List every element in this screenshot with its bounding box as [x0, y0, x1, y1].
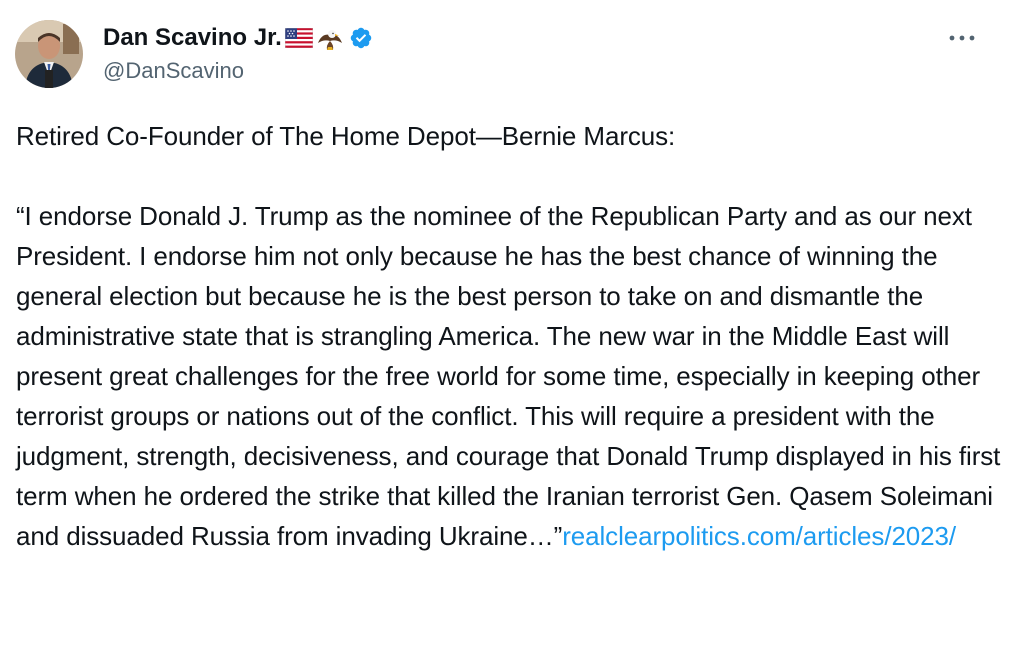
- more-horizontal-icon: [949, 35, 975, 41]
- avatar[interactable]: [15, 20, 83, 88]
- tweet-quote: “I endorse Donald J. Trump as the nomine…: [16, 201, 1001, 551]
- author-handle[interactable]: @DanScavino: [103, 58, 244, 84]
- article-link[interactable]: realclearpolitics.com/articles/2023/: [562, 521, 956, 551]
- display-name[interactable]: Dan Scavino Jr.: [103, 24, 282, 52]
- tweet-card: Dan Scavino Jr. @DanScavino Retired Co-F…: [0, 0, 1026, 656]
- tweet-headline: Retired Co-Founder of The Home Depot—Ber…: [16, 121, 676, 151]
- more-options-button[interactable]: [944, 24, 980, 52]
- verified-badge-icon: [349, 26, 373, 50]
- author-name-row: Dan Scavino Jr.: [103, 23, 373, 53]
- eagle-icon: [316, 25, 344, 51]
- tweet-quote-paragraph: “I endorse Donald J. Trump as the nomine…: [16, 196, 1011, 556]
- tweet-text: Retired Co-Founder of The Home Depot—Ber…: [16, 116, 1011, 556]
- us-flag-icon: [284, 28, 313, 48]
